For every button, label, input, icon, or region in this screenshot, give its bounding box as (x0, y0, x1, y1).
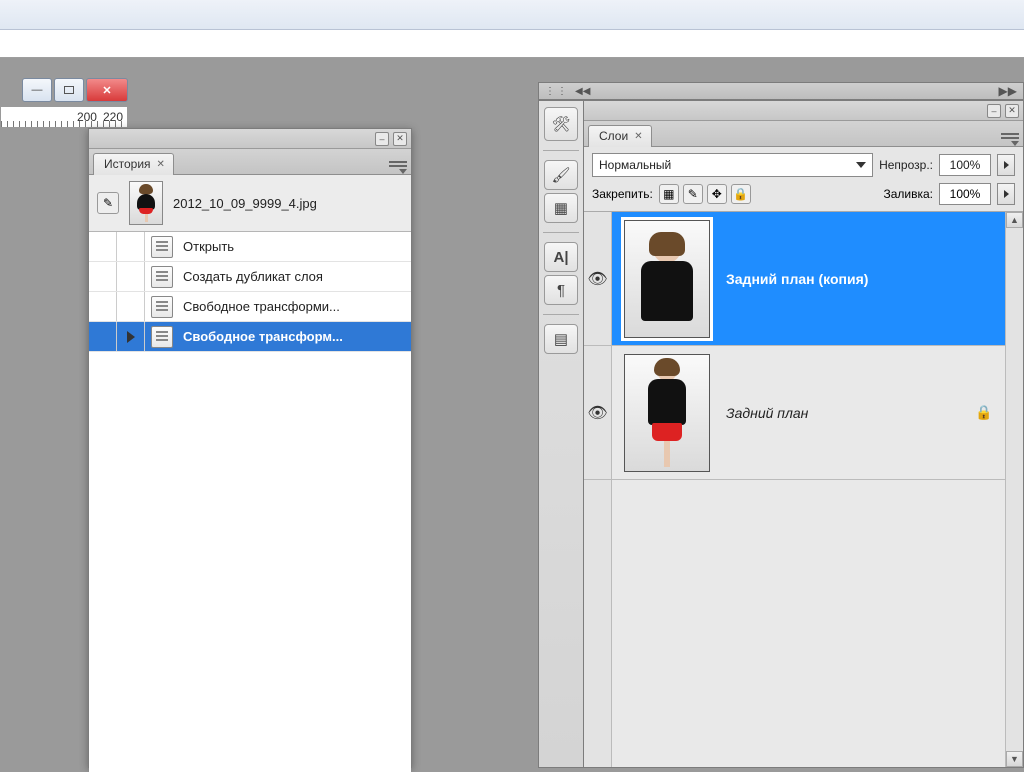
layer-thumbnail[interactable] (624, 220, 710, 338)
history-step-icon (151, 296, 173, 318)
blend-mode-value: Нормальный (599, 158, 671, 172)
history-step-label: Свободное трансформ... (173, 329, 411, 344)
history-panel: – ✕ История ✕ ✎ 2012_10_09_9999_4.jpg От… (88, 128, 412, 768)
character-icon[interactable]: A| (544, 242, 578, 272)
close-panel-icon[interactable]: ✕ (393, 132, 407, 146)
history-list: Открыть Создать дубликат слоя Свободное тр… (89, 232, 411, 772)
history-cursor-cell[interactable] (117, 322, 145, 351)
panel-menu-icon[interactable] (1001, 132, 1019, 146)
scroll-down-icon[interactable]: ▼ (1006, 751, 1023, 767)
tab-label: История (104, 157, 151, 171)
history-step-icon (151, 266, 173, 288)
layer-list: 👁👁 Задний план (копия) Задний план 🔒 ▲ ▼ (584, 212, 1023, 767)
visibility-toggle[interactable]: 👁 (584, 212, 611, 346)
grip-icon: ⋮⋮ (545, 86, 569, 97)
visibility-column: 👁👁 (584, 212, 612, 767)
history-source-cell[interactable] (89, 292, 117, 321)
panel-tabs: Слои ✕ (584, 121, 1023, 147)
fill-label: Заливка: (883, 187, 933, 201)
lock-icons: ▦ ✎ ✥ 🔒 (659, 184, 751, 204)
app-options-bar (0, 30, 1024, 58)
layer-name: Задний план (копия) (726, 271, 993, 287)
history-source-cell[interactable] (89, 322, 117, 351)
history-step-icon (151, 236, 173, 258)
history-step-label: Свободное трансформи... (173, 299, 411, 314)
close-tab-icon[interactable]: ✕ (157, 159, 165, 170)
brushes-icon[interactable]: 🖌 (544, 160, 578, 190)
panel-titlebar[interactable]: – ✕ (584, 101, 1023, 121)
lock-icon: 🔒 (975, 404, 993, 422)
lock-label: Закрепить: (592, 187, 653, 201)
lock-all-icon[interactable]: 🔒 (731, 184, 751, 204)
layer-row[interactable]: Задний план 🔒 (612, 346, 1005, 480)
paragraph-icon[interactable]: ¶ (544, 275, 578, 305)
collapse-icon[interactable]: – (375, 132, 389, 146)
history-source-cell[interactable] (89, 232, 117, 261)
layers-panel: – ✕ Слои ✕ Нормальный Непрозр.: 100% (584, 100, 1024, 768)
minimize-button[interactable] (22, 78, 52, 102)
ruler: 200 220 (0, 106, 128, 128)
lock-pixels-icon[interactable]: ✎ (683, 184, 703, 204)
history-cursor-cell[interactable] (117, 292, 145, 321)
fill-flyout-icon[interactable] (997, 183, 1015, 205)
lock-fill-row: Закрепить: ▦ ✎ ✥ 🔒 Заливка: 100% (584, 181, 1023, 212)
layer-row[interactable]: Задний план (копия) (612, 212, 1005, 346)
history-item[interactable]: Создать дубликат слоя (89, 262, 411, 292)
panel-titlebar[interactable]: – ✕ (89, 129, 411, 149)
window-buttons (22, 78, 128, 104)
chevron-right-icon[interactable]: ▶▶ (999, 84, 1017, 98)
lock-position-icon[interactable]: ✥ (707, 184, 727, 204)
scroll-up-icon[interactable]: ▲ (1006, 212, 1023, 228)
snapshot-thumb (129, 181, 163, 225)
history-source-cell[interactable] (89, 262, 117, 291)
tool-wrench-icon[interactable]: 🛠 (544, 107, 578, 141)
tab-layers[interactable]: Слои ✕ (588, 125, 652, 147)
history-step-label: Открыть (173, 239, 411, 254)
chevron-left-icon[interactable]: ◀◀ (575, 86, 590, 97)
close-panel-icon[interactable]: ✕ (1005, 104, 1019, 118)
history-step-label: Создать дубликат слоя (173, 269, 411, 284)
dock-icon-column: 🛠 🖌 ▦ A| ¶ ▤ (538, 100, 584, 768)
swatches-icon[interactable]: ▦ (544, 193, 578, 223)
layer-name: Задний план (726, 405, 959, 421)
dock-handle[interactable]: ⋮⋮ ◀◀ ▶▶ (538, 82, 1024, 100)
opacity-flyout-icon[interactable] (997, 154, 1015, 176)
panel-menu-icon[interactable] (389, 160, 407, 174)
close-button[interactable] (86, 78, 128, 102)
lock-transparent-icon[interactable]: ▦ (659, 184, 679, 204)
opacity-value[interactable]: 100% (939, 154, 991, 176)
cursor-icon (127, 331, 135, 343)
scrollbar[interactable]: ▲ ▼ (1005, 212, 1023, 767)
layers-icon[interactable]: ▤ (544, 324, 578, 354)
history-item[interactable]: Открыть (89, 232, 411, 262)
close-tab-icon[interactable]: ✕ (634, 131, 642, 142)
chevron-down-icon (856, 162, 866, 168)
opacity-label: Непрозр.: (879, 158, 933, 172)
right-dock: ⋮⋮ ◀◀ ▶▶ 🛠 🖌 ▦ A| ¶ ▤ – ✕ Слои ✕ (538, 82, 1024, 768)
history-step-icon (151, 326, 173, 348)
history-brush-icon[interactable]: ✎ (97, 192, 119, 214)
history-cursor-cell[interactable] (117, 232, 145, 261)
panel-tabs: История ✕ (89, 149, 411, 175)
layer-thumbnail[interactable] (624, 354, 710, 472)
maximize-button[interactable] (54, 78, 84, 102)
blend-mode-select[interactable]: Нормальный (592, 153, 873, 177)
layer-rows: Задний план (копия) Задний план 🔒 (612, 212, 1005, 767)
app-menubar-area (0, 0, 1024, 30)
collapse-icon[interactable]: – (987, 104, 1001, 118)
history-item[interactable]: Свободное трансформ... (89, 322, 411, 352)
history-snapshot-row[interactable]: ✎ 2012_10_09_9999_4.jpg (89, 175, 411, 232)
tab-label: Слои (599, 129, 628, 143)
history-cursor-cell[interactable] (117, 262, 145, 291)
blend-opacity-row: Нормальный Непрозр.: 100% (584, 147, 1023, 181)
snapshot-name: 2012_10_09_9999_4.jpg (173, 196, 317, 211)
history-item[interactable]: Свободное трансформи... (89, 292, 411, 322)
tab-history[interactable]: История ✕ (93, 153, 174, 175)
visibility-toggle[interactable]: 👁 (584, 346, 611, 480)
fill-value[interactable]: 100% (939, 183, 991, 205)
